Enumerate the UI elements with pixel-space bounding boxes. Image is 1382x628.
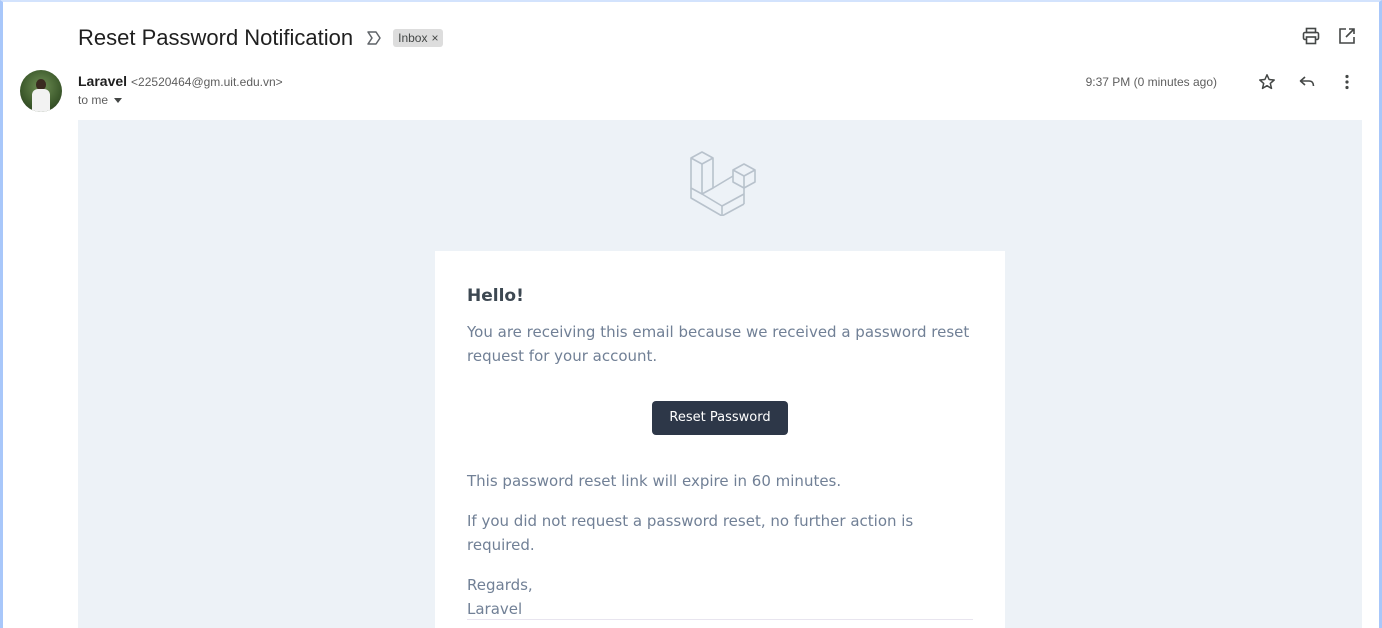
divider (467, 619, 973, 620)
email-subject: Reset Password Notification (78, 25, 354, 50)
sender-email: <22520464@gm.uit.edu.vn> (131, 75, 283, 89)
subject-row: Reset Password Notification Inbox × (78, 22, 443, 54)
label-chip-inbox: Inbox × (393, 29, 443, 47)
email-body: Hello! You are receiving this email beca… (78, 120, 1362, 628)
chevron-down-icon[interactable] (114, 97, 123, 103)
email-view: Reset Password Notification Inbox × Lara… (0, 0, 1382, 628)
open-in-new-icon[interactable] (1337, 26, 1357, 46)
email-no-action-note: If you did not request a password reset,… (467, 512, 914, 554)
email-card: Hello! You are receiving this email beca… (435, 251, 1005, 628)
email-regards: Regards, (467, 576, 533, 594)
reset-password-button[interactable]: Reset Password (652, 401, 788, 435)
avatar[interactable] (20, 70, 62, 112)
message-meta: 9:37 PM (0 minutes ago) (1086, 72, 1357, 92)
sender-info: Laravel <22520464@gm.uit.edu.vn> to me (78, 73, 283, 107)
recipients-toggle[interactable]: to me (78, 93, 283, 107)
reply-icon[interactable] (1297, 72, 1317, 92)
label-chip-text: Inbox (398, 31, 428, 45)
top-actions (1301, 26, 1357, 46)
print-icon[interactable] (1301, 26, 1321, 46)
message-timestamp: 9:37 PM (0 minutes ago) (1085, 75, 1217, 89)
email-greeting: Hello! (467, 286, 524, 306)
email-intro: You are receiving this email because we … (467, 323, 970, 365)
remove-label-button[interactable]: × (431, 31, 438, 45)
email-expire-note: This password reset link will expire in … (467, 472, 842, 490)
recipients-label: to me (78, 93, 109, 107)
star-icon[interactable] (1257, 72, 1277, 92)
important-marker-icon[interactable] (365, 29, 383, 47)
sender-name[interactable]: Laravel (78, 73, 127, 89)
laravel-logo-icon[interactable] (690, 150, 756, 217)
more-vert-icon[interactable] (1337, 72, 1357, 92)
email-signature: Laravel (467, 600, 523, 618)
